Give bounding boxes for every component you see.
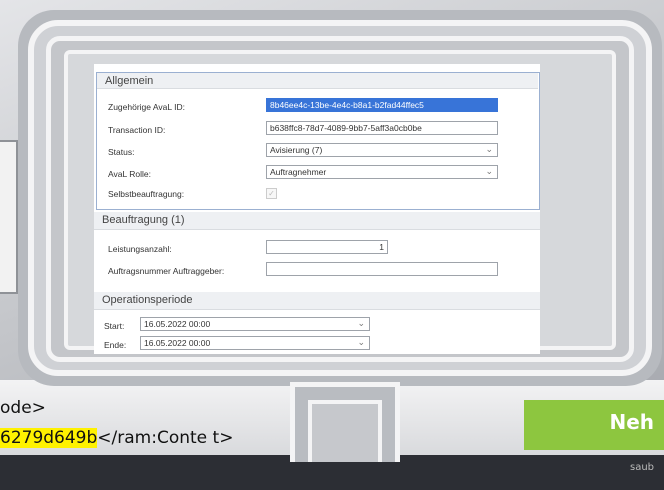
aval-id-field[interactable]: 8b46ee4c-13be-4e4c-b8a1-b2fad44ffec5: [266, 98, 498, 112]
section-beauftragung-title: Beauftragung (1): [94, 212, 540, 230]
start-label: Start:: [104, 321, 125, 331]
status-dropdown[interactable]: Avisierung (7) ⌄: [266, 143, 498, 157]
status-value: Avisierung (7): [270, 145, 323, 155]
section-allgemein-title: Allgemein: [97, 73, 538, 89]
transaction-id-field[interactable]: b638ffc8-78d7-4089-9bb7-5aff3a0cb0be: [266, 121, 498, 135]
ende-label: Ende:: [104, 340, 127, 350]
code-line-1: ode>: [0, 398, 46, 418]
transaction-id-label: Transaction ID:: [108, 125, 166, 135]
code-highlight: 6279d649b: [0, 428, 98, 448]
auftragsnr-field[interactable]: [266, 262, 498, 276]
brand-badge: Neh: [524, 400, 664, 450]
code-line-2: 6279d649b</ram:Conte t>: [0, 428, 233, 448]
section-operation-title: Operationsperiode: [94, 292, 540, 310]
rolle-dropdown[interactable]: Auftragnehmer ⌄: [266, 165, 498, 179]
start-value: 16.05.2022 00:00: [144, 319, 211, 329]
ende-datetime-field[interactable]: 16.05.2022 00:00 ⌄: [140, 336, 370, 350]
status-label: Status:: [108, 147, 135, 157]
rolle-label: AvaL Rolle:: [108, 169, 151, 179]
code-end: t>: [212, 428, 234, 448]
chevron-down-icon: ⌄: [357, 318, 365, 328]
chevron-down-icon: ⌄: [357, 337, 365, 347]
form-screen: Allgemein Zugehörige AvaL ID: 8b46ee4c-1…: [94, 64, 540, 354]
leistung-field[interactable]: 1: [266, 240, 388, 254]
selbst-label: Selbstbeauftragung:: [108, 189, 185, 199]
rolle-value: Auftragnehmer: [270, 167, 327, 177]
start-datetime-field[interactable]: 16.05.2022 00:00 ⌄: [140, 317, 370, 331]
chevron-down-icon: ⌄: [485, 144, 493, 154]
auftragsnr-label: Auftragsnummer Auftraggeber:: [108, 266, 225, 276]
brand-subtext: saub: [630, 462, 655, 473]
leistung-label: Leistungsanzahl:: [108, 244, 172, 254]
brand-logo-text: Neh: [609, 410, 654, 434]
document-icon: [0, 140, 18, 294]
ende-value: 16.05.2022 00:00: [144, 338, 211, 348]
aval-id-label: Zugehörige AvaL ID:: [108, 102, 186, 112]
code-tail: </ram:Conte: [97, 428, 208, 448]
monitor-stand-inner: [308, 400, 382, 462]
selbst-checkbox[interactable]: ✓: [266, 188, 277, 199]
chevron-down-icon: ⌄: [485, 166, 493, 176]
